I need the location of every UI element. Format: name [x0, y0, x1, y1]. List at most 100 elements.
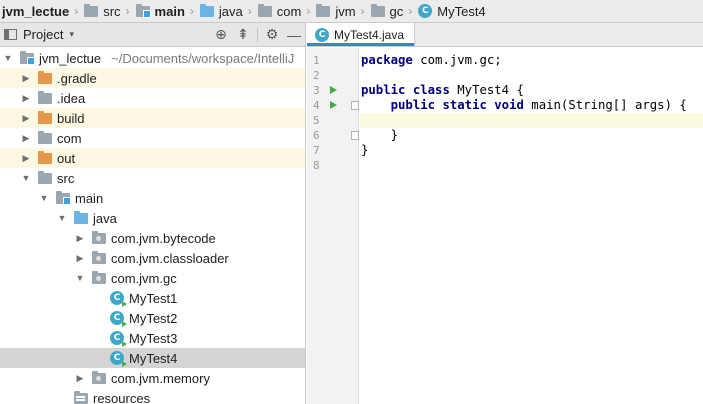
run-icon[interactable] — [330, 86, 337, 94]
line-number: 1 — [313, 54, 320, 67]
java-class-icon: C — [110, 351, 127, 367]
chevron-right-icon[interactable]: ▶ — [74, 253, 86, 264]
code-keyword: public — [390, 98, 436, 112]
chevron-down-icon[interactable]: ▼ — [2, 53, 14, 63]
project-tree: ▼ jvm_lectue ~/Documents/workspace/Intelli… — [0, 48, 305, 404]
gear-icon[interactable]: ⚙ — [261, 24, 283, 46]
code-line[interactable]: public static void main(String[] args) { — [360, 98, 703, 113]
chevron-right-icon[interactable]: ▶ — [74, 373, 86, 384]
folder-icon — [56, 190, 71, 205]
tree-row[interactable]: ▶ com.jvm.memory — [0, 368, 305, 388]
run-icon[interactable] — [330, 101, 337, 109]
tree-item-label: MyTest3 — [129, 330, 178, 346]
code-line[interactable] — [360, 158, 703, 173]
breadcrumb-separator-icon: › — [247, 4, 252, 18]
tree-item-label: build — [57, 110, 85, 126]
tree-row[interactable]: ▼ jvm_lectue ~/Documents/workspace/Intelli… — [0, 48, 305, 68]
chevron-right-icon[interactable]: ▶ — [20, 73, 32, 84]
tree-row[interactable]: ▼ main — [0, 188, 305, 208]
code-area[interactable]: package com.jvm.gc; public class MyTest4 … — [360, 48, 703, 404]
code-line[interactable] — [360, 68, 703, 83]
breadcrumb-label: jvm — [335, 3, 356, 19]
tree-item-label: com.jvm.bytecode — [111, 230, 216, 246]
code-line[interactable] — [360, 113, 703, 128]
tree-row[interactable]: ▶ build — [0, 108, 305, 128]
hide-panel-icon[interactable]: — — [283, 24, 305, 46]
tree-row[interactable]: ▶ out — [0, 148, 305, 168]
collapse-all-icon[interactable]: ⇞ — [232, 24, 254, 46]
chevron-down-icon[interactable]: ▼ — [38, 193, 50, 203]
folder-icon — [74, 210, 88, 224]
java-class-icon: C — [418, 4, 433, 18]
tree-row[interactable]: C MyTest3 — [0, 328, 305, 348]
code-line[interactable]: } — [360, 143, 703, 158]
project-panel-tools: ⊕ ⇞ ⚙ — — [210, 24, 305, 46]
tree-item-label: .gradle — [57, 70, 97, 86]
folder-icon — [38, 130, 52, 144]
chevron-right-icon[interactable]: ▶ — [20, 113, 32, 124]
code-line[interactable]: } — [360, 128, 703, 143]
folder-icon — [38, 90, 52, 104]
source-folder-icon — [135, 3, 151, 18]
breadcrumb-item[interactable]: src — [84, 0, 121, 22]
editor-gutter[interactable]: 1 2 3 4 5 6 7 8 — [307, 48, 359, 404]
breadcrumb-label: jvm_lectue — [2, 3, 70, 19]
breadcrumb-separator-icon: › — [125, 4, 130, 18]
tree-item-label: MyTest4 — [129, 350, 178, 366]
chevron-down-icon[interactable]: ▼ — [56, 213, 68, 223]
breadcrumb-label: MyTest4 — [437, 3, 486, 19]
breadcrumb-item[interactable]: main — [135, 0, 185, 22]
tree-row[interactable]: ▼ com.jvm.gc — [0, 268, 305, 288]
code-line[interactable]: public class MyTest4 { — [360, 83, 703, 98]
chevron-down-icon[interactable]: ▼ — [20, 173, 32, 183]
view-selector-chevron-icon[interactable]: ▾ — [69, 29, 74, 40]
tree-item-label: MyTest1 — [129, 290, 178, 306]
chevron-right-icon[interactable]: ▶ — [20, 93, 32, 104]
tree-row[interactable]: ▶ com.jvm.classloader — [0, 248, 305, 268]
tree-item-label: com.jvm.gc — [111, 270, 177, 286]
tree-row[interactable]: ▼ java — [0, 208, 305, 228]
tab-label: MyTest4.java — [334, 27, 405, 42]
breadcrumb-item[interactable]: jvm_lectue — [2, 0, 70, 22]
breadcrumb-item[interactable]: com — [257, 0, 301, 22]
tree-item-label: com — [57, 130, 82, 146]
tree-row[interactable]: resources — [0, 388, 305, 404]
chevron-down-icon[interactable]: ▼ — [74, 273, 86, 283]
tree-item-label: MyTest2 — [129, 310, 178, 326]
line-number: 6 — [313, 129, 320, 142]
module-path: ~/Documents/workspace/IntelliJ — [111, 50, 295, 66]
tree-row[interactable]: C MyTest1 — [0, 288, 305, 308]
code-line[interactable]: package com.jvm.gc; — [360, 53, 703, 68]
breadcrumb-separator-icon: › — [306, 4, 311, 18]
tree-row[interactable]: ▶ .idea — [0, 88, 305, 108]
tree-row[interactable]: ▶ com.jvm.bytecode — [0, 228, 305, 248]
fold-icon[interactable] — [351, 101, 359, 110]
line-number: 8 — [313, 159, 320, 172]
tab-mytest4[interactable]: C MyTest4.java — [307, 23, 416, 46]
tree-row[interactable]: ▶ com — [0, 128, 305, 148]
breadcrumb-item[interactable]: gc — [370, 0, 403, 22]
chevron-right-icon[interactable]: ▶ — [20, 133, 32, 144]
locate-file-icon[interactable]: ⊕ — [210, 24, 232, 46]
tree-row[interactable]: C MyTest4 — [0, 348, 305, 368]
java-class-icon: C — [315, 27, 329, 42]
folder-icon — [38, 70, 52, 84]
tree-row[interactable]: ▼ src — [0, 168, 305, 188]
folder-icon — [38, 110, 52, 124]
folder-icon — [74, 390, 88, 404]
chevron-right-icon[interactable]: ▶ — [74, 233, 86, 244]
breadcrumb-item[interactable]: jvm — [316, 0, 356, 22]
folder-icon — [38, 150, 52, 164]
folder-icon — [257, 3, 272, 17]
breadcrumb-item[interactable]: java — [199, 0, 243, 22]
breadcrumb-item[interactable]: C MyTest4 — [418, 0, 486, 22]
chevron-right-icon[interactable]: ▶ — [20, 153, 32, 164]
tree-row[interactable]: C MyTest2 — [0, 308, 305, 328]
project-panel-title[interactable]: Project — [23, 27, 63, 42]
tree-row[interactable]: ▶ .gradle — [0, 68, 305, 88]
code-text: main(String[] args) { — [523, 98, 687, 112]
fold-icon[interactable] — [351, 131, 359, 140]
package-icon — [92, 230, 106, 244]
code-text: com.jvm.gc; — [412, 53, 502, 67]
